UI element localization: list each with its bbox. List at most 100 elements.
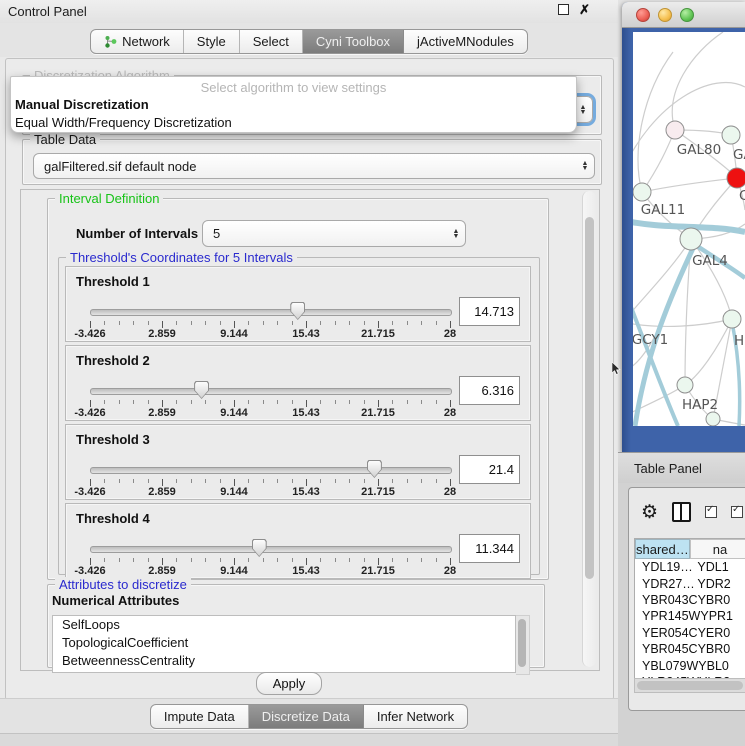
gear-icon[interactable]: ⚙: [641, 503, 658, 522]
tick-mark: [205, 400, 206, 404]
num-intervals-combo[interactable]: 5 ▲▼: [202, 220, 466, 247]
settings-scroll-thumb[interactable]: [585, 217, 594, 579]
tab-network[interactable]: Network: [91, 30, 184, 53]
tick-label: 15.43: [292, 565, 320, 577]
tick-mark: [277, 558, 278, 562]
tick-mark: [436, 400, 437, 404]
tick-mark: [320, 400, 321, 404]
table-horizontal-scrollbar[interactable]: [634, 678, 745, 693]
table-data-combo[interactable]: galFiltered.sif default node ▲▼: [33, 153, 595, 179]
threshold-label: Threshold 2: [76, 353, 150, 368]
panel-title: Control Panel: [0, 4, 87, 19]
zoom-traffic-light-icon[interactable]: [680, 8, 694, 22]
node-bottom[interactable]: [706, 412, 720, 426]
tick-label: 28: [444, 565, 456, 577]
tick-mark: [133, 321, 134, 325]
split-columns-icon[interactable]: [672, 502, 691, 522]
network-edge[interactable]: [691, 239, 732, 319]
tick-mark: [392, 558, 393, 562]
node-gal4[interactable]: [680, 228, 702, 250]
threshold-label: Threshold 3: [76, 432, 150, 447]
network-edge[interactable]: [642, 130, 675, 192]
attribute-item-topologicalcoefficient[interactable]: TopologicalCoefficient: [53, 634, 515, 652]
node-gal11[interactable]: [633, 183, 651, 201]
checkbox-icon[interactable]: [731, 506, 743, 518]
slider-thumb[interactable]: [194, 381, 209, 399]
settings-scrollbar[interactable]: [582, 191, 596, 667]
tab-style[interactable]: Style: [184, 30, 240, 53]
network-canvas[interactable]: GAL80GACGAL11GAL4GCY1HHAP2: [633, 32, 745, 426]
threshold-slider[interactable]: -3.4262.8599.14415.4321.71528: [90, 302, 450, 338]
tick-mark: [392, 321, 393, 325]
network-edge[interactable]: [633, 239, 691, 322]
attribute-item-betweennesscentrality[interactable]: BetweennessCentrality: [53, 652, 515, 670]
threshold-slider[interactable]: -3.4262.8599.14415.4321.71528: [90, 460, 450, 496]
tick-mark: [335, 321, 336, 325]
tab-infer-network[interactable]: Infer Network: [364, 705, 467, 728]
tick-mark: [220, 321, 221, 325]
attributes-list-scrollbar[interactable]: [516, 615, 530, 675]
threshold-slider[interactable]: -3.4262.8599.14415.4321.71528: [90, 539, 450, 575]
threshold-value-field[interactable]: 21.4: [459, 455, 520, 484]
tab-jactivemnodules[interactable]: jActiveMNodules: [404, 30, 527, 53]
table-hscroll-thumb[interactable]: [637, 681, 743, 690]
attributes-scroll-thumb[interactable]: [518, 619, 526, 667]
close-icon[interactable]: ✗: [579, 4, 590, 15]
table-row[interactable]: YER054CYER0: [635, 625, 745, 641]
close-traffic-light-icon[interactable]: [636, 8, 650, 22]
num-intervals-label: Number of Intervals: [76, 226, 198, 241]
slider-thumb[interactable]: [252, 539, 267, 557]
checkbox-icon[interactable]: [705, 506, 717, 518]
tab-label: Network: [122, 34, 170, 49]
node-h[interactable]: [723, 310, 741, 328]
threshold-value-field[interactable]: 11.344: [459, 534, 520, 563]
node-top-right[interactable]: [722, 126, 740, 144]
table-row[interactable]: YDR27…YDR2: [635, 575, 745, 591]
table-row[interactable]: YBL079WYBL0: [635, 657, 745, 673]
slider-thumb[interactable]: [290, 302, 305, 320]
right-side: GAL80GACGAL11GAL4GCY1HHAP2 Table Panel ⚙…: [618, 0, 745, 745]
minimize-traffic-light-icon[interactable]: [658, 8, 672, 22]
tick-mark: [119, 321, 120, 325]
attribute-item-selfloops[interactable]: SelfLoops: [53, 616, 515, 634]
network-edge[interactable]: [642, 178, 737, 192]
table-row[interactable]: YBR043CYBR0: [635, 592, 745, 608]
node-gal80[interactable]: [666, 121, 684, 139]
node-hap2[interactable]: [677, 377, 693, 393]
network-view-window: GAL80GACGAL11GAL4GCY1HHAP2: [622, 2, 745, 452]
network-graph: GAL80GACGAL11GAL4GCY1HHAP2: [633, 32, 745, 426]
table-row[interactable]: YBR045CYBR0: [635, 641, 745, 657]
tick-mark: [392, 479, 393, 483]
table-row[interactable]: YPR145WYPR1: [635, 608, 745, 624]
tab-select[interactable]: Select: [240, 30, 303, 53]
tab-cyni-toolbox[interactable]: Cyni Toolbox: [303, 30, 404, 53]
tick-mark: [378, 479, 379, 486]
float-window-icon[interactable]: [558, 4, 569, 15]
tick-mark: [148, 479, 149, 483]
threshold-value-field[interactable]: 6.316: [459, 376, 520, 405]
algorithm-option-equal-width-frequency-discretization[interactable]: Equal Width/Frequency Discretization: [15, 115, 232, 130]
network-edge[interactable]: [633, 319, 732, 326]
tick-mark: [407, 558, 408, 562]
algorithm-option-manual-discretization[interactable]: Manual Discretization: [15, 97, 149, 112]
tab-impute-data[interactable]: Impute Data: [151, 705, 249, 728]
tick-mark: [248, 400, 249, 404]
network-edge[interactable]: [685, 319, 732, 385]
tab-discretize-data[interactable]: Discretize Data: [249, 705, 364, 728]
numerical-attributes-list[interactable]: SelfLoopsTopologicalCoefficientBetweenne…: [52, 615, 516, 673]
threshold-slider[interactable]: -3.4262.8599.14415.4321.71528: [90, 381, 450, 417]
slider-thumb[interactable]: [367, 460, 382, 478]
column-header-na[interactable]: na: [690, 539, 745, 559]
threshold-label: Threshold 1: [76, 274, 150, 289]
node-selected-red[interactable]: [727, 168, 745, 188]
tick-mark: [205, 479, 206, 483]
network-edge[interactable]: [672, 32, 723, 130]
tick-mark: [119, 479, 120, 483]
apply-button[interactable]: Apply: [256, 672, 322, 695]
table-row[interactable]: YDL19…YDL1: [635, 559, 745, 575]
tick-mark: [378, 558, 379, 565]
tick-mark: [335, 400, 336, 404]
cell-shared-name: YBR043C: [635, 593, 698, 607]
threshold-value-field[interactable]: 14.713: [459, 297, 520, 326]
column-header-shared-[interactable]: shared…: [635, 539, 690, 559]
